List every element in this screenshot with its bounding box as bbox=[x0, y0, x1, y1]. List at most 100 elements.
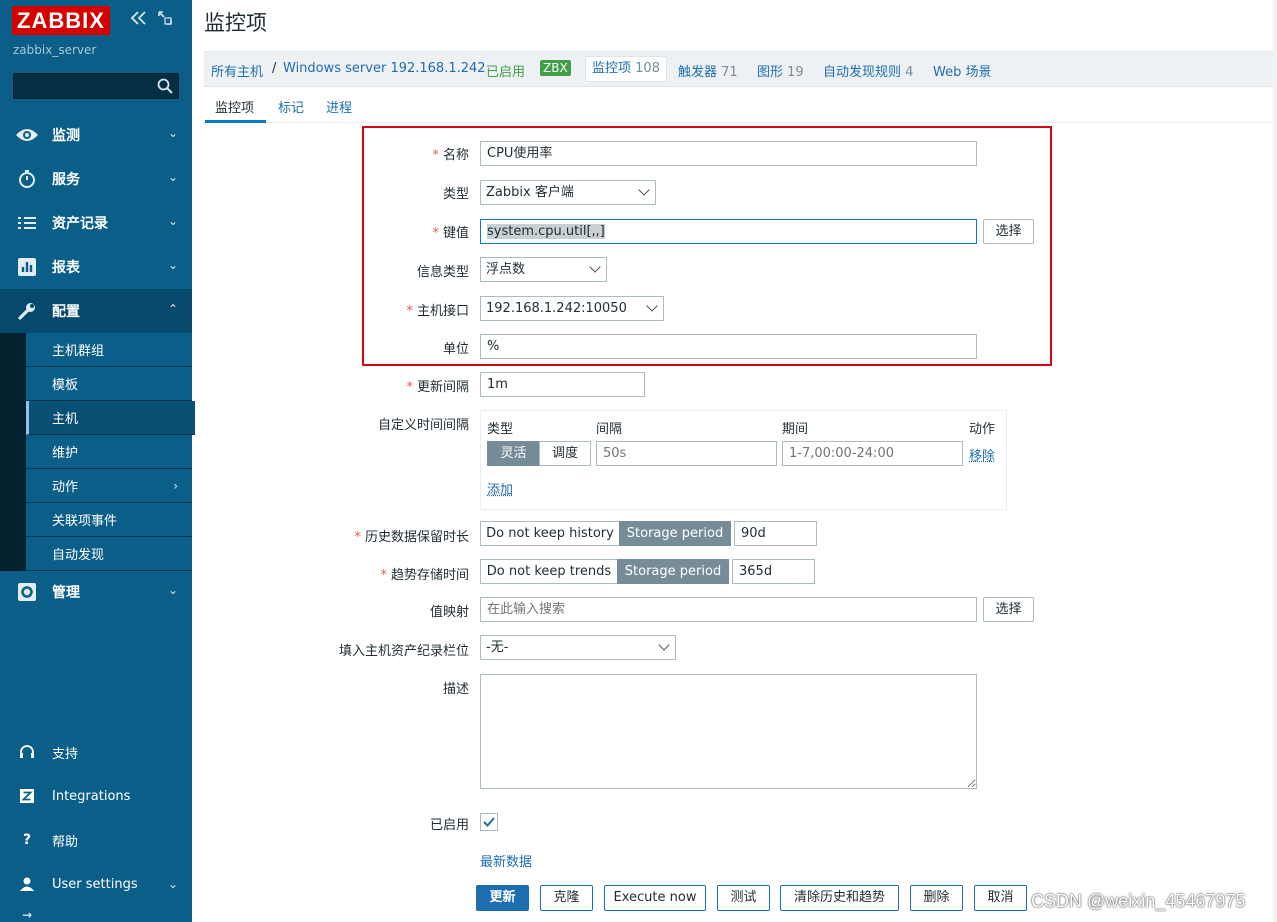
search-icon[interactable] bbox=[157, 78, 173, 94]
tab-item[interactable]: 监控项 bbox=[215, 97, 254, 116]
menu-label: 配置 bbox=[52, 304, 80, 320]
ci-header-type: 类型 bbox=[487, 422, 514, 437]
items-nav-tab[interactable]: 监控项 108 bbox=[585, 56, 667, 82]
tab-tags[interactable]: 标记 bbox=[278, 97, 304, 116]
name-input[interactable]: CPU使用率 bbox=[480, 141, 977, 166]
enabled-label: 已启用 bbox=[429, 818, 469, 833]
value-map-input[interactable] bbox=[480, 597, 977, 622]
update-interval-input[interactable]: 1m bbox=[480, 372, 645, 397]
trends-storage-toggle[interactable]: Storage period bbox=[617, 559, 729, 584]
clear-history-trends-button[interactable]: 清除历史和趋势 bbox=[780, 885, 899, 911]
integrations-label: Integrations bbox=[52, 788, 131, 804]
submenu-templates[interactable]: 模板 bbox=[26, 367, 192, 401]
eye-icon bbox=[15, 127, 39, 143]
menu-label: 服务 bbox=[52, 172, 80, 188]
discovery-nav-link[interactable]: 自动发现规则 4 bbox=[823, 61, 913, 80]
trends-label: * 趋势存储时间 bbox=[380, 568, 469, 583]
collapse-sidebar-icon[interactable] bbox=[130, 10, 148, 30]
triggers-nav-label: 触发器 bbox=[678, 65, 718, 80]
chevron-down-icon bbox=[589, 261, 601, 273]
web-scenarios-nav-link[interactable]: Web 场景 bbox=[933, 61, 991, 80]
custom-intervals-table: 类型 间隔 期间 动作 灵活 调度 移除 添加 bbox=[480, 410, 1007, 510]
ci-flexible-toggle[interactable]: 灵活 bbox=[487, 441, 540, 466]
execute-now-button[interactable]: Execute now bbox=[604, 885, 706, 911]
delete-button[interactable]: 删除 bbox=[910, 885, 963, 911]
all-hosts-link[interactable]: 所有主机 bbox=[211, 61, 263, 80]
submenu-label: 主机群组 bbox=[52, 344, 105, 359]
tabs-divider bbox=[204, 122, 1277, 123]
stopwatch-icon bbox=[15, 169, 39, 189]
submenu-actions[interactable]: 动作 › bbox=[26, 469, 192, 503]
history-no-keep-toggle[interactable]: Do not keep history bbox=[480, 521, 620, 546]
sidebar-search-input[interactable] bbox=[13, 73, 179, 99]
ci-interval-input[interactable] bbox=[596, 441, 777, 466]
submenu-host-groups[interactable]: 主机群组 bbox=[26, 333, 192, 367]
inventory-field-select[interactable]: -无- bbox=[480, 635, 676, 660]
menu-configuration[interactable]: 配置 ⌃ bbox=[0, 289, 192, 333]
menu-inventory[interactable]: 资产记录 ⌄ bbox=[0, 201, 192, 245]
tab-preprocessing[interactable]: 进程 bbox=[326, 97, 352, 116]
info-type-select[interactable]: 浮点数 bbox=[480, 257, 607, 282]
active-tab-indicator bbox=[205, 120, 266, 123]
history-storage-toggle[interactable]: Storage period bbox=[619, 521, 731, 546]
ci-header-action: 动作 bbox=[969, 422, 996, 437]
zbx-availability-badge: ZBX bbox=[540, 60, 571, 76]
submenu-maintenance[interactable]: 维护 bbox=[26, 435, 192, 469]
chevron-down-icon bbox=[638, 184, 650, 196]
ci-remove-link[interactable]: 移除 bbox=[969, 445, 995, 464]
menu-monitoring[interactable]: 监测 ⌄ bbox=[0, 113, 192, 157]
chevron-right-icon: › bbox=[173, 478, 178, 493]
type-select[interactable]: Zabbix 客户端 bbox=[480, 180, 656, 205]
items-nav-label: 监控项 bbox=[592, 61, 632, 76]
support-label: 支持 bbox=[52, 746, 79, 762]
unit-input[interactable]: % bbox=[480, 334, 977, 359]
clone-button[interactable]: 克隆 bbox=[540, 885, 593, 911]
chevron-down-icon: ⌄ bbox=[167, 583, 178, 597]
submenu-event-correlation[interactable]: 关联项事件 bbox=[26, 503, 192, 537]
graphs-nav-label: 图形 bbox=[757, 65, 784, 80]
scrollbar[interactable] bbox=[1273, 0, 1277, 922]
wrench-icon bbox=[15, 301, 39, 321]
submenu-discovery[interactable]: 自动发现 bbox=[26, 537, 192, 571]
ci-scheduling-toggle[interactable]: 调度 bbox=[539, 441, 591, 466]
menu-administration[interactable]: 管理 ⌄ bbox=[0, 570, 192, 614]
signout-icon[interactable]: → bbox=[22, 908, 32, 922]
name-label: * 名称 bbox=[432, 148, 469, 163]
menu-reports[interactable]: 报表 ⌄ bbox=[0, 245, 192, 289]
ci-add-link[interactable]: 添加 bbox=[487, 479, 513, 498]
key-select-button[interactable]: 选择 bbox=[983, 219, 1034, 244]
cancel-button[interactable]: 取消 bbox=[974, 885, 1027, 911]
host-link[interactable]: Windows server 192.168.1.242 bbox=[283, 61, 486, 76]
menu-services[interactable]: 服务 ⌄ bbox=[0, 157, 192, 201]
triggers-count: 71 bbox=[721, 65, 738, 80]
chevron-down-icon: ⌄ bbox=[167, 214, 178, 228]
trends-period-input[interactable]: 365d bbox=[732, 559, 815, 584]
submenu-hosts[interactable]: 主机 bbox=[26, 401, 195, 435]
host-status-enabled[interactable]: 已启用 bbox=[486, 61, 525, 80]
key-input[interactable]: system.cpu.util[,,] bbox=[480, 219, 977, 244]
user-settings-link[interactable]: User settings ⌄ bbox=[0, 864, 192, 904]
latest-data-link[interactable]: 最新数据 bbox=[480, 851, 532, 870]
sidebar: ZABBIX zabbix_server 监测 ⌄ 服务 ⌄ 资产记录 ⌄ 报表… bbox=[0, 0, 195, 922]
enabled-checkbox[interactable] bbox=[480, 813, 498, 831]
support-link[interactable]: 支持 bbox=[0, 732, 192, 772]
key-input-value: system.cpu.util[,,] bbox=[487, 224, 605, 239]
integrations-link[interactable]: Integrations bbox=[0, 776, 192, 816]
trends-no-keep-toggle[interactable]: Do not keep trends bbox=[480, 559, 618, 584]
info-type-value: 浮点数 bbox=[486, 262, 526, 277]
history-period-input[interactable]: 90d bbox=[734, 521, 817, 546]
update-button[interactable]: 更新 bbox=[476, 885, 529, 911]
submenu-label: 自动发现 bbox=[52, 548, 105, 563]
interface-select[interactable]: 192.168.1.242:10050 bbox=[480, 296, 664, 321]
zabbix-logo[interactable]: ZABBIX bbox=[12, 6, 110, 35]
kiosk-mode-icon[interactable] bbox=[157, 10, 173, 30]
value-map-select-button[interactable]: 选择 bbox=[983, 597, 1034, 622]
description-textarea[interactable] bbox=[480, 674, 977, 789]
help-link[interactable]: ? 帮助 bbox=[0, 820, 192, 860]
triggers-nav-link[interactable]: 触发器 71 bbox=[678, 61, 738, 80]
ci-period-input[interactable] bbox=[782, 441, 963, 466]
test-button[interactable]: 测试 bbox=[717, 885, 770, 911]
discovery-nav-label: 自动发现规则 bbox=[823, 65, 902, 80]
graphs-nav-link[interactable]: 图形 19 bbox=[757, 61, 804, 80]
submenu-label: 维护 bbox=[52, 446, 79, 461]
